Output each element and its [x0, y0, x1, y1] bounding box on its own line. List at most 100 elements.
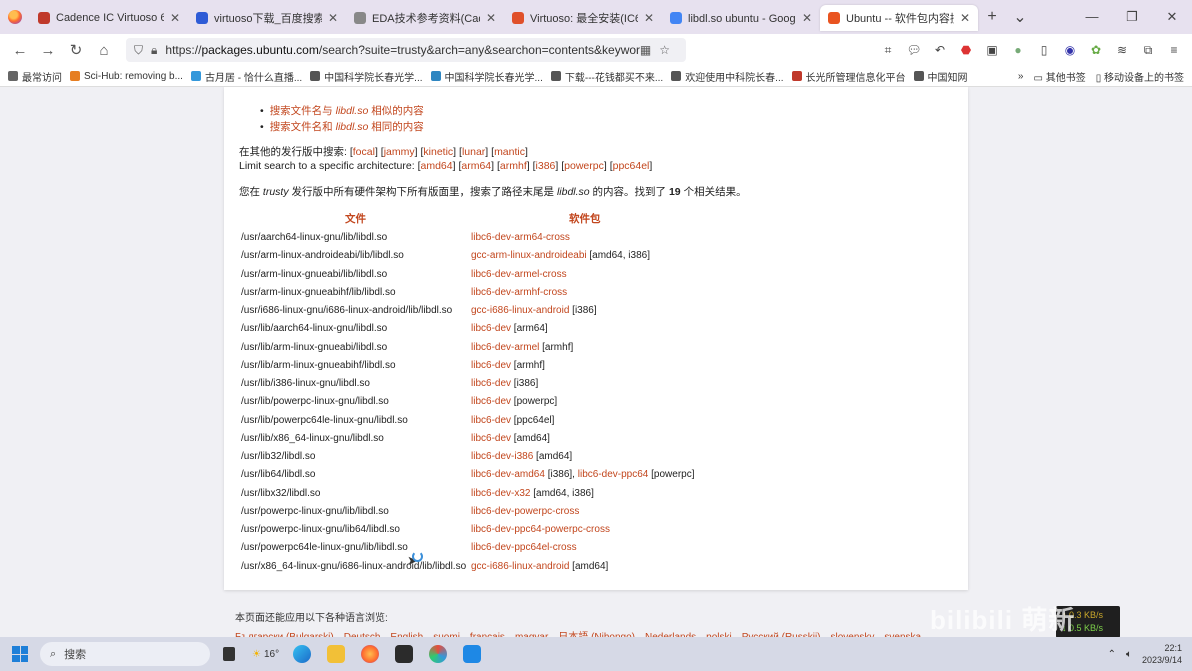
package-link[interactable]: libc6-dev: [471, 323, 511, 334]
close-window-button[interactable]: ✕: [1152, 9, 1192, 25]
arch-link[interactable]: powerpc: [564, 160, 604, 172]
minimize-button[interactable]: —: [1072, 9, 1112, 25]
search-exact-link[interactable]: 搜索文件名和 libdl.so 相同的内容: [260, 119, 424, 134]
bookmark-item[interactable]: 中国知网: [913, 69, 968, 84]
dist-link[interactable]: focal: [353, 146, 375, 158]
package-link[interactable]: libc6-dev: [471, 415, 511, 426]
tab-close-icon[interactable]: ✕: [644, 11, 654, 25]
tab-1[interactable]: virtuoso下载_百度搜索 ✕: [188, 5, 346, 31]
address-bar[interactable]: ⛉ 🔒︎ https://packages.ubuntu.com/search?…: [126, 38, 686, 62]
package-link[interactable]: libc6-dev-ppc64el-cross: [471, 542, 577, 553]
circle-extension-icon[interactable]: ●: [1008, 40, 1028, 60]
tab-close-icon[interactable]: ✕: [328, 11, 338, 25]
package-link[interactable]: libc6-dev-armel: [471, 342, 539, 353]
bookmark-item[interactable]: 欢迎使用中科院长春...: [671, 69, 784, 84]
reply-icon[interactable]: ↶: [930, 40, 950, 60]
maximize-button[interactable]: ❐: [1112, 9, 1152, 25]
package-arch: [amd64]: [511, 432, 550, 444]
bookmark-item[interactable]: 最常访问: [8, 69, 62, 84]
package-link[interactable]: libc6-dev-ppc64: [578, 469, 649, 480]
package-link[interactable]: libc6-dev-powerpc-cross: [471, 506, 579, 517]
bookmark-item[interactable]: 中国科学院长春光学...: [430, 69, 543, 84]
tab-4[interactable]: libdl.so ubuntu - Google 搜 ✕: [662, 5, 820, 31]
arch-link[interactable]: amd64: [421, 160, 453, 172]
extensions-icon[interactable]: ⧉: [1138, 40, 1158, 60]
tab-2[interactable]: EDA技术参考资料(Cadence Virt ✕: [346, 5, 504, 31]
package-link[interactable]: libc6-dev: [471, 396, 511, 407]
package-link[interactable]: gcc-i686-linux-android: [471, 561, 569, 572]
tray-chevron-icon[interactable]: ⌃: [1108, 649, 1116, 660]
arch-link[interactable]: ppc64el: [613, 160, 650, 172]
dist-link[interactable]: kinetic: [423, 146, 453, 158]
list-tabs-chevron-icon[interactable]: ⌄: [1006, 7, 1034, 27]
firefox-app-icon[interactable]: [355, 639, 385, 669]
translate-icon[interactable]: ◉: [1060, 40, 1080, 60]
edge-app-icon[interactable]: [287, 639, 317, 669]
file-path: /usr/x86_64-linux-gnu/i686-linux-android…: [241, 560, 467, 572]
taskbar-search[interactable]: ⌕ 搜索: [40, 642, 210, 666]
bookmark-item[interactable]: Sci-Hub: removing b...: [70, 69, 183, 84]
puzzle-extension-icon[interactable]: ✿: [1086, 40, 1106, 60]
package-link[interactable]: libc6-dev-x32: [471, 488, 530, 499]
bookmark-item[interactable]: 下载---花钱都买不来...: [550, 69, 663, 84]
weather-widget[interactable]: ☀ 16°: [248, 639, 283, 669]
bookmark-item[interactable]: 中国科学院长春光学...: [310, 69, 423, 84]
tab-0[interactable]: Cadence IC Virtuoso 6.1.7 ✕: [30, 5, 188, 31]
tab-close-icon[interactable]: ✕: [486, 11, 496, 25]
dist-link[interactable]: jammy: [384, 146, 415, 158]
reload-button[interactable]: ↻: [62, 41, 90, 59]
package-link[interactable]: libc6-dev-arm64-cross: [471, 232, 570, 243]
sidebar-extension-icon[interactable]: ≋: [1112, 40, 1132, 60]
package-link[interactable]: libc6-dev-ppc64-powerpc-cross: [471, 524, 610, 535]
dist-link[interactable]: mantic: [494, 146, 525, 158]
shield-icon[interactable]: ⛉: [134, 43, 143, 58]
package-link[interactable]: libc6-dev: [471, 433, 511, 444]
new-tab-button[interactable]: +: [978, 8, 1006, 26]
qr-code-icon[interactable]: ▦: [640, 43, 651, 57]
package-link[interactable]: libc6-dev-armel-cross: [471, 269, 567, 280]
other-bookmarks[interactable]: ▭ 其他书签: [1033, 69, 1085, 84]
app-menu-icon[interactable]: ≡: [1164, 40, 1184, 60]
file-explorer-app-icon[interactable]: [321, 639, 351, 669]
start-button[interactable]: [0, 646, 40, 662]
more-bookmarks-chevron-icon[interactable]: »: [1018, 71, 1024, 82]
extension-badge-icon[interactable]: ▣: [982, 40, 1002, 60]
firefox-menu-button[interactable]: [0, 0, 30, 34]
lock-icon[interactable]: 🔒︎: [151, 43, 157, 58]
tab-3[interactable]: Virtuoso: 最全安装(IC618) ✕: [504, 5, 662, 31]
bookmark-item[interactable]: 长光所管理信息化平台: [791, 69, 906, 84]
volume-icon[interactable]: 🔈︎: [1126, 649, 1132, 660]
chat-icon[interactable]: 💬︎: [904, 40, 924, 60]
adblock-icon[interactable]: ⬣: [956, 40, 976, 60]
screenshot-icon[interactable]: ⌗: [878, 40, 898, 60]
vscode-app-icon[interactable]: [457, 639, 487, 669]
package-link[interactable]: libc6-dev-armhf-cross: [471, 287, 567, 298]
clock[interactable]: 22:1 2023/9/14: [1142, 642, 1182, 666]
arch-link[interactable]: arm64: [461, 160, 491, 172]
search-similar-link[interactable]: 搜索文件名与 libdl.so 相似的内容: [260, 103, 424, 118]
tab-close-icon[interactable]: ✕: [802, 11, 812, 25]
package-link[interactable]: libc6-dev: [471, 378, 511, 389]
package-link[interactable]: libc6-dev-amd64: [471, 469, 545, 480]
tab-5[interactable]: Ubuntu -- 软件包内容搜索 ✕: [820, 5, 978, 31]
bottle-icon[interactable]: ▯: [1034, 40, 1054, 60]
tab-title: virtuoso下载_百度搜索: [214, 13, 322, 25]
tab-close-icon[interactable]: ✕: [960, 11, 970, 25]
bookmark-item[interactable]: 古月居 - 恰什么直播...: [190, 69, 302, 84]
task-view-button[interactable]: [214, 639, 244, 669]
arch-link[interactable]: armhf: [500, 160, 527, 172]
package-link[interactable]: gcc-i686-linux-android: [471, 305, 569, 316]
package-link[interactable]: libc6-dev-i386: [471, 451, 533, 462]
bookmark-star-icon[interactable]: ☆: [659, 43, 670, 57]
forward-button[interactable]: →: [34, 42, 62, 59]
terminal-app-icon[interactable]: [389, 639, 419, 669]
package-link[interactable]: gcc-arm-linux-androideabi: [471, 250, 587, 261]
back-button[interactable]: ←: [6, 42, 34, 59]
davinci-app-icon[interactable]: [423, 639, 453, 669]
dist-link[interactable]: lunar: [462, 146, 485, 158]
package-link[interactable]: libc6-dev: [471, 360, 511, 371]
arch-link[interactable]: i386: [536, 160, 556, 172]
mobile-bookmarks[interactable]: ▯ 移动设备上的书签: [1096, 69, 1184, 84]
tab-close-icon[interactable]: ✕: [170, 11, 180, 25]
home-button[interactable]: ⌂: [90, 42, 118, 59]
